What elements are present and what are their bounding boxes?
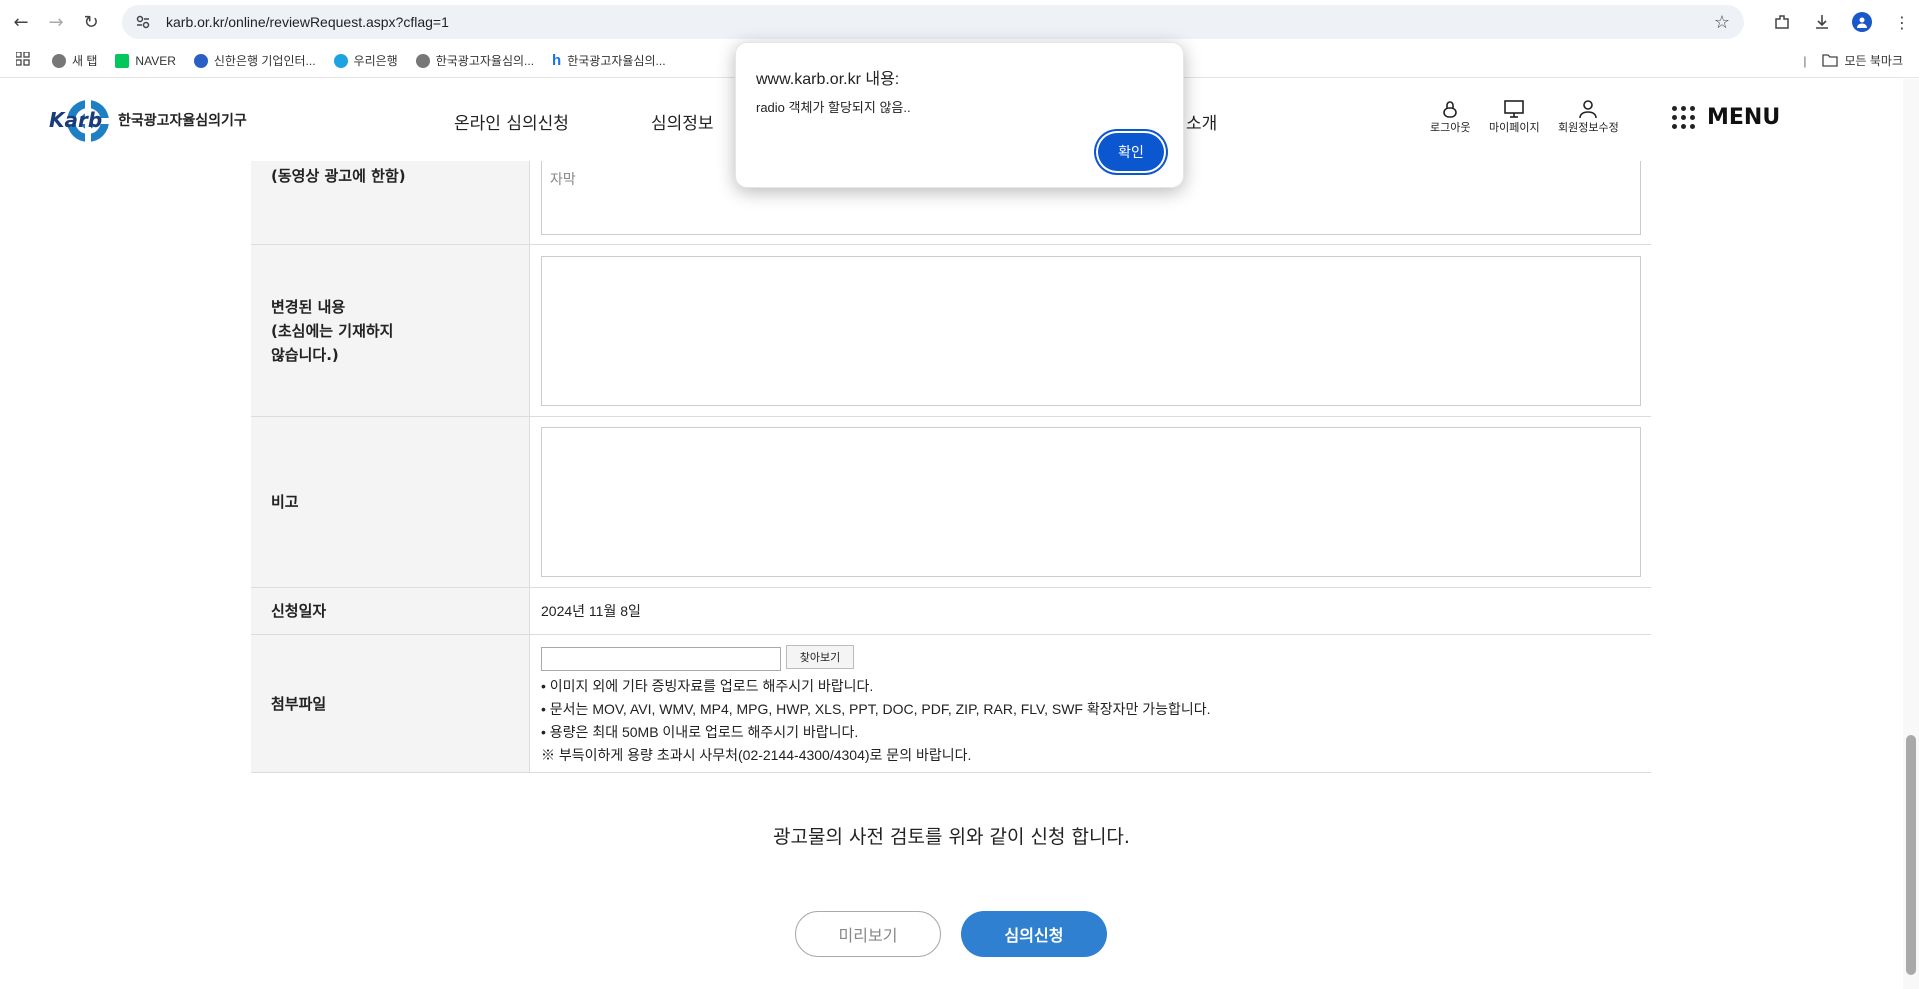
folder-icon <box>1822 54 1839 67</box>
apps-icon[interactable] <box>15 51 30 69</box>
nav-online-review[interactable]: 온라인 심의신청 <box>454 109 569 134</box>
mypage-button[interactable]: 마이페이지 <box>1489 99 1540 135</box>
naver-icon <box>115 53 130 68</box>
bookmark-karb-2[interactable]: h 한국광고자율심의... <box>552 52 666 69</box>
nav-review-info[interactable]: 심의정보 <box>651 109 714 134</box>
download-icon[interactable] <box>1805 6 1839 38</box>
forward-icon[interactable]: → <box>41 7 71 37</box>
attachment-row: 첨부파일 찾아보기 • 이미지 외에 기타 증빙자료를 업로드 해주시기 바랍니… <box>251 635 1651 773</box>
date-label: 신청일자 <box>251 588 530 634</box>
svg-text:Karb: Karb <box>49 108 102 132</box>
woori-icon <box>333 53 348 68</box>
date-value: 2024년 11월 8일 <box>541 603 641 619</box>
date-row: 신청일자 2024년 11월 8일 <box>251 588 1651 635</box>
attachment-label: 첨부파일 <box>251 635 530 772</box>
bookmark-new-tab[interactable]: 새 탭 <box>52 52 97 69</box>
bookmark-woori[interactable]: 우리은행 <box>333 52 398 69</box>
profile-icon[interactable] <box>1845 6 1879 38</box>
confirm-statement: 광고물의 사전 검토를 위와 같이 신청 합니다. <box>773 826 1130 848</box>
site-logo[interactable]: Karb 한국광고자율심의기구 <box>48 97 247 144</box>
bookmark-star-icon[interactable]: ☆ <box>1714 12 1730 33</box>
nav-about[interactable]: 소개 <box>1186 109 1217 134</box>
user-icon <box>1579 100 1598 119</box>
preview-button[interactable]: 미리보기 <box>795 911 941 957</box>
alert-dialog: www.karb.or.kr 내용: radio 객체가 할당되지 않음.. 확… <box>735 42 1184 188</box>
changed-content-row: 변경된 내용 (초심에는 기재하지 않습니다.) <box>251 245 1651 417</box>
url-text: karb.or.kr/online/reviewRequest.aspx?cfl… <box>166 14 449 30</box>
scrollbar-thumb[interactable] <box>1906 735 1916 975</box>
upload-notes: • 이미지 외에 기타 증빙자료를 업로드 해주시기 바랍니다. • 문서는 M… <box>541 678 1211 763</box>
extensions-icon[interactable] <box>1765 6 1799 38</box>
grid-icon <box>1672 106 1695 129</box>
file-path-input[interactable] <box>541 647 781 671</box>
changed-content-textarea[interactable] <box>541 256 1641 406</box>
subtitle-label: (동영상 광고에 한함) <box>251 161 530 244</box>
browser-toolbar: ← → ↻ karb.or.kr/online/reviewRequest.as… <box>0 0 1919 44</box>
monitor-icon <box>1504 100 1525 118</box>
address-bar[interactable]: karb.or.kr/online/reviewRequest.aspx?cfl… <box>122 5 1744 39</box>
remarks-label: 비고 <box>251 417 530 587</box>
more-menu-icon[interactable]: ⋮ <box>1885 6 1919 38</box>
bookmark-karb-1[interactable]: 한국광고자율심의... <box>415 52 534 69</box>
submit-review-button[interactable]: 심의신청 <box>961 911 1107 957</box>
dialog-ok-button[interactable]: 확인 <box>1098 133 1164 171</box>
dialog-message: radio 객체가 할당되지 않음.. <box>756 100 911 115</box>
h-icon: h <box>552 52 562 69</box>
remarks-row: 비고 <box>251 417 1651 588</box>
bookmark-naver[interactable]: NAVER <box>115 53 176 68</box>
shinhan-icon <box>193 53 208 68</box>
all-bookmarks-folder[interactable]: | 모든 북마크 <box>1803 52 1903 69</box>
logo-text: 한국광고자율심의기구 <box>118 113 247 129</box>
page-scrollbar[interactable] <box>1903 79 1919 989</box>
bookmark-shinhan[interactable]: 신한은행 기업인터... <box>193 52 316 69</box>
globe-icon <box>415 53 430 68</box>
menu-button[interactable]: MENU <box>1672 105 1780 130</box>
logout-button[interactable]: 로그아웃 <box>1430 99 1470 135</box>
globe-icon <box>52 53 66 68</box>
changed-content-label: 변경된 내용 (초심에는 기재하지 않습니다.) <box>251 245 530 416</box>
reload-icon[interactable]: ↻ <box>76 7 106 37</box>
edit-profile-button[interactable]: 회원정보수정 <box>1558 99 1619 135</box>
remarks-textarea[interactable] <box>541 427 1641 577</box>
back-icon[interactable]: ← <box>6 7 36 37</box>
site-info-icon[interactable] <box>132 11 154 33</box>
karb-logo-icon: Karb <box>48 97 112 144</box>
dialog-title: www.karb.or.kr 내용: <box>756 71 900 88</box>
lock-icon <box>1443 101 1458 118</box>
browse-button[interactable]: 찾아보기 <box>786 645 854 669</box>
